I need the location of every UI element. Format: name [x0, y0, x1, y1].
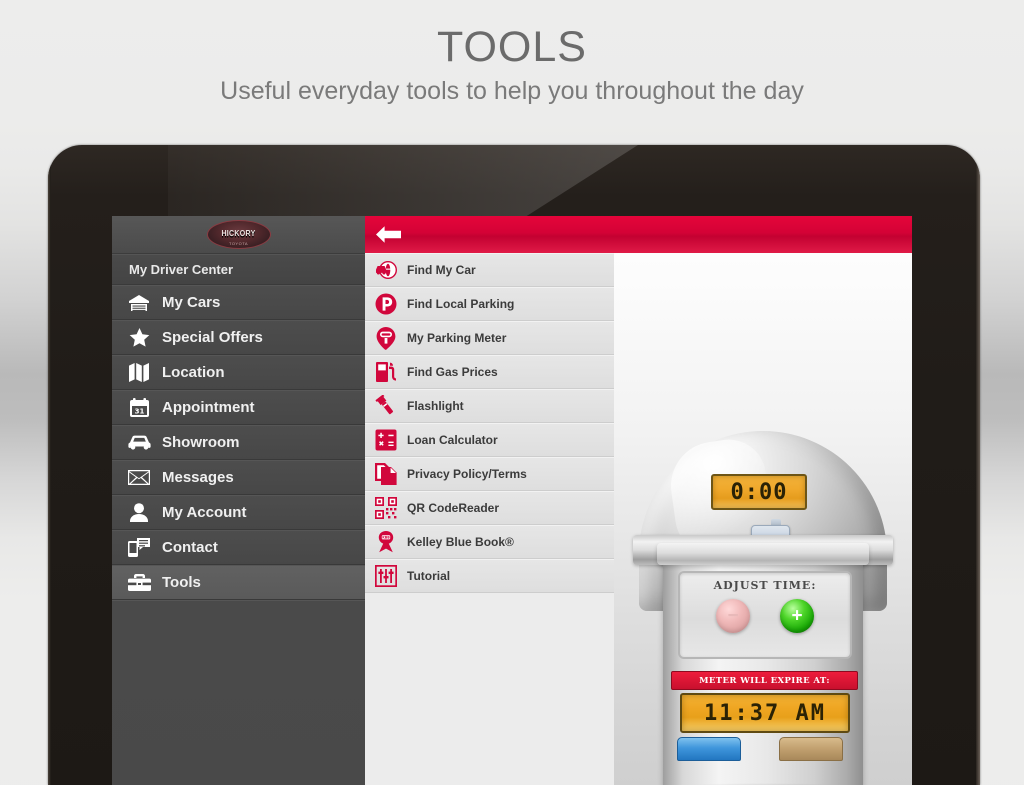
page-header: TOOLS Useful everyday tools to help you …	[0, 0, 1024, 106]
sidebar-item-messages[interactable]: Messages	[112, 460, 365, 495]
tool-item-find-gas-prices[interactable]: Find Gas Prices	[365, 355, 614, 389]
sidebar-item-tools[interactable]: Tools	[112, 565, 365, 600]
sidebar-item-location[interactable]: Location	[112, 355, 365, 390]
tool-item-label: Loan Calculator	[407, 433, 498, 447]
sidebar-item-label: Messages	[162, 469, 234, 486]
tablet-device-frame: HICKORY TOYOTA My Driver Center My Cars …	[48, 145, 980, 785]
calendar-icon: 31	[126, 397, 152, 419]
tool-item-label: Find Local Parking	[407, 297, 515, 311]
sidebar-item-my-account[interactable]: My Account	[112, 495, 365, 530]
sidebar-item-label: Appointment	[162, 399, 255, 416]
page-title: TOOLS	[437, 23, 587, 71]
toolbox-icon	[126, 572, 152, 594]
envelope-icon	[126, 467, 152, 489]
adjust-time-panel: ADJUST TIME: − +	[678, 571, 852, 659]
kbb-badge-icon: KBB	[374, 530, 398, 554]
sliders-icon	[374, 564, 398, 588]
detail-topbar: Tools	[614, 216, 912, 253]
parking-meter-graphic: 0:00 START ADJUST TIME: − +	[633, 431, 893, 785]
person-icon	[126, 502, 152, 524]
tool-item-label: Find Gas Prices	[407, 365, 498, 379]
adjust-time-label: ADJUST TIME:	[713, 579, 817, 592]
sidebar-item-label: Special Offers	[162, 329, 263, 346]
tools-list-empty-area	[365, 593, 614, 785]
sidebar-empty-area	[112, 600, 365, 785]
bezel-right-edge	[976, 145, 980, 785]
logo-subtext: TOYOTA	[228, 241, 249, 246]
tool-item-qr-code-reader[interactable]: QR CodeReader	[365, 491, 614, 525]
decrease-time-button[interactable]: −	[716, 599, 750, 633]
flashlight-icon	[374, 394, 398, 418]
topbar-title: Tools	[867, 216, 912, 253]
documents-icon	[374, 462, 398, 486]
calculator-icon	[374, 428, 398, 452]
tool-item-privacy-policy-terms[interactable]: Privacy Policy/Terms	[365, 457, 614, 491]
tool-item-tutorial[interactable]: Tutorial	[365, 559, 614, 593]
map-icon	[126, 362, 152, 384]
tool-item-my-parking-meter[interactable]: My Parking Meter	[365, 321, 614, 355]
car-globe-icon	[374, 258, 398, 282]
meter-expire-value: 11:37 AM	[704, 700, 826, 726]
meter-body-cap	[657, 543, 869, 565]
qr-code-icon	[374, 496, 398, 520]
tool-item-label: Kelley Blue Book®	[407, 535, 514, 549]
sidebar-item-appointment[interactable]: 31 Appointment	[112, 390, 365, 425]
tool-detail-panel: Tools 0:00 START ADJUST TIME:	[614, 216, 912, 785]
sidebar-item-contact[interactable]: Contact	[112, 530, 365, 565]
sidebar-logo-bar: HICKORY TOYOTA	[112, 216, 365, 254]
phone-chat-icon	[126, 537, 152, 559]
meter-tan-button[interactable]	[779, 737, 843, 761]
tool-item-kelley-blue-book[interactable]: KBB Kelley Blue Book®	[365, 525, 614, 559]
sidebar-item-showroom[interactable]: Showroom	[112, 425, 365, 460]
expire-label-tag: METER WILL EXPIRE AT:	[671, 671, 858, 690]
sidebar-section-header: My Driver Center	[112, 254, 365, 285]
star-icon	[126, 327, 152, 349]
sidebar-item-label: My Account	[162, 504, 247, 521]
gas-pump-icon	[374, 360, 398, 384]
sidebar-section-label: My Driver Center	[129, 262, 234, 277]
plus-icon: +	[791, 605, 803, 627]
bezel-left-edge	[48, 145, 51, 785]
meter-timer-display: 0:00	[711, 474, 807, 510]
svg-text:31: 31	[134, 408, 144, 416]
tools-topbar	[365, 216, 614, 253]
tool-item-loan-calculator[interactable]: Loan Calculator	[365, 423, 614, 457]
page-subtitle: Useful everyday tools to help you throug…	[220, 77, 804, 105]
sidebar-item-my-cars[interactable]: My Cars	[112, 285, 365, 320]
sidebar-item-special-offers[interactable]: Special Offers	[112, 320, 365, 355]
logo-text: HICKORY	[221, 230, 256, 239]
back-arrow-icon[interactable]	[376, 225, 401, 244]
parking-meter-icon	[374, 326, 398, 350]
meter-expire-display: 11:37 AM	[680, 693, 850, 733]
sidebar-item-label: Showroom	[162, 434, 240, 451]
tool-item-label: Privacy Policy/Terms	[407, 467, 527, 481]
bezel-reflection	[168, 145, 638, 217]
tool-item-label: My Parking Meter	[407, 331, 507, 345]
adjust-time-buttons: − +	[680, 599, 850, 633]
tool-item-label: Flashlight	[407, 399, 464, 413]
increase-time-button[interactable]: +	[780, 599, 814, 633]
sidebar-item-label: My Cars	[162, 294, 221, 311]
hickory-logo[interactable]: HICKORY TOYOTA	[206, 220, 271, 249]
tools-list-panel: Find My Car Find Local Parking My Parkin…	[365, 216, 614, 785]
tool-item-flashlight[interactable]: Flashlight	[365, 389, 614, 423]
sidebar-item-label: Contact	[162, 539, 218, 556]
minus-icon: −	[727, 605, 739, 627]
tool-item-label: Tutorial	[407, 569, 451, 583]
car-icon	[126, 432, 152, 454]
tablet-screen: HICKORY TOYOTA My Driver Center My Cars …	[112, 216, 912, 785]
meter-timer-value: 0:00	[730, 479, 788, 505]
meter-blue-button[interactable]	[677, 737, 741, 761]
sidebar-item-label: Location	[162, 364, 225, 381]
tool-item-find-my-car[interactable]: Find My Car	[365, 253, 614, 287]
parking-p-icon	[374, 292, 398, 316]
tool-item-find-local-parking[interactable]: Find Local Parking	[365, 287, 614, 321]
sidebar-item-label: Tools	[162, 574, 201, 591]
garage-icon	[126, 292, 152, 314]
sidebar: HICKORY TOYOTA My Driver Center My Cars …	[112, 216, 365, 785]
tool-item-label: QR CodeReader	[407, 501, 500, 515]
tool-item-label: Find My Car	[407, 263, 476, 277]
svg-text:KBB: KBB	[382, 536, 390, 540]
expire-label-text: METER WILL EXPIRE AT:	[699, 675, 830, 686]
